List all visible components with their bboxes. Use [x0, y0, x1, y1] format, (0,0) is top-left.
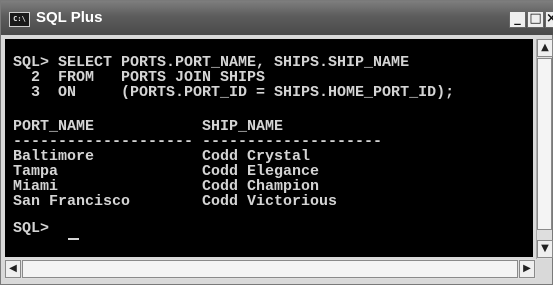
scroll-left-icon[interactable]: ◀ [5, 260, 21, 278]
minimize-button[interactable]: _ [509, 11, 526, 28]
console-line: 2 FROM PORTS JOIN SHIPS [13, 69, 266, 86]
vertical-scroll-thumb[interactable] [537, 58, 552, 230]
horizontal-scrollbar[interactable]: ◀ ▶ [5, 259, 536, 279]
console-app-icon[interactable]: C:\ [9, 12, 30, 27]
result-row: Baltimore Codd Crystal [13, 148, 311, 165]
close-button[interactable]: × [545, 11, 553, 28]
console-line: SQL> SELECT PORTS.PORT_NAME, SHIPS.SHIP_… [13, 54, 410, 71]
text-cursor [68, 238, 79, 240]
horizontal-scroll-thumb[interactable] [22, 260, 518, 278]
column-header-row: PORT_NAME SHIP_NAME [13, 118, 284, 135]
vertical-scrollbar[interactable]: ▲ ▼ [536, 39, 553, 259]
title-bar[interactable]: C:\ SQL Plus _ □ × [1, 1, 553, 35]
sqlplus-window: C:\ SQL Plus _ □ × SQL> SELECT PORTS.POR… [0, 0, 553, 285]
sql-prompt: SQL> [13, 220, 59, 237]
result-row: Tampa Codd Elegance [13, 163, 320, 180]
console-output[interactable]: SQL> SELECT PORTS.PORT_NAME, SHIPS.SHIP_… [5, 39, 533, 257]
result-row: Miami Codd Champion [13, 178, 320, 195]
scroll-down-icon[interactable]: ▼ [537, 240, 553, 258]
result-row: San Francisco Codd Victorious [13, 193, 338, 210]
window-title: SQL Plus [36, 9, 103, 26]
scroll-up-icon[interactable]: ▲ [537, 39, 553, 57]
scroll-right-icon[interactable]: ▶ [519, 260, 535, 278]
maximize-button[interactable]: □ [527, 11, 544, 28]
console-line: 3 ON (PORTS.PORT_ID = SHIPS.HOME_PORT_ID… [13, 84, 455, 101]
scrollbar-corner [536, 259, 552, 279]
column-separator-row: -------------------- -------------------… [13, 133, 383, 150]
